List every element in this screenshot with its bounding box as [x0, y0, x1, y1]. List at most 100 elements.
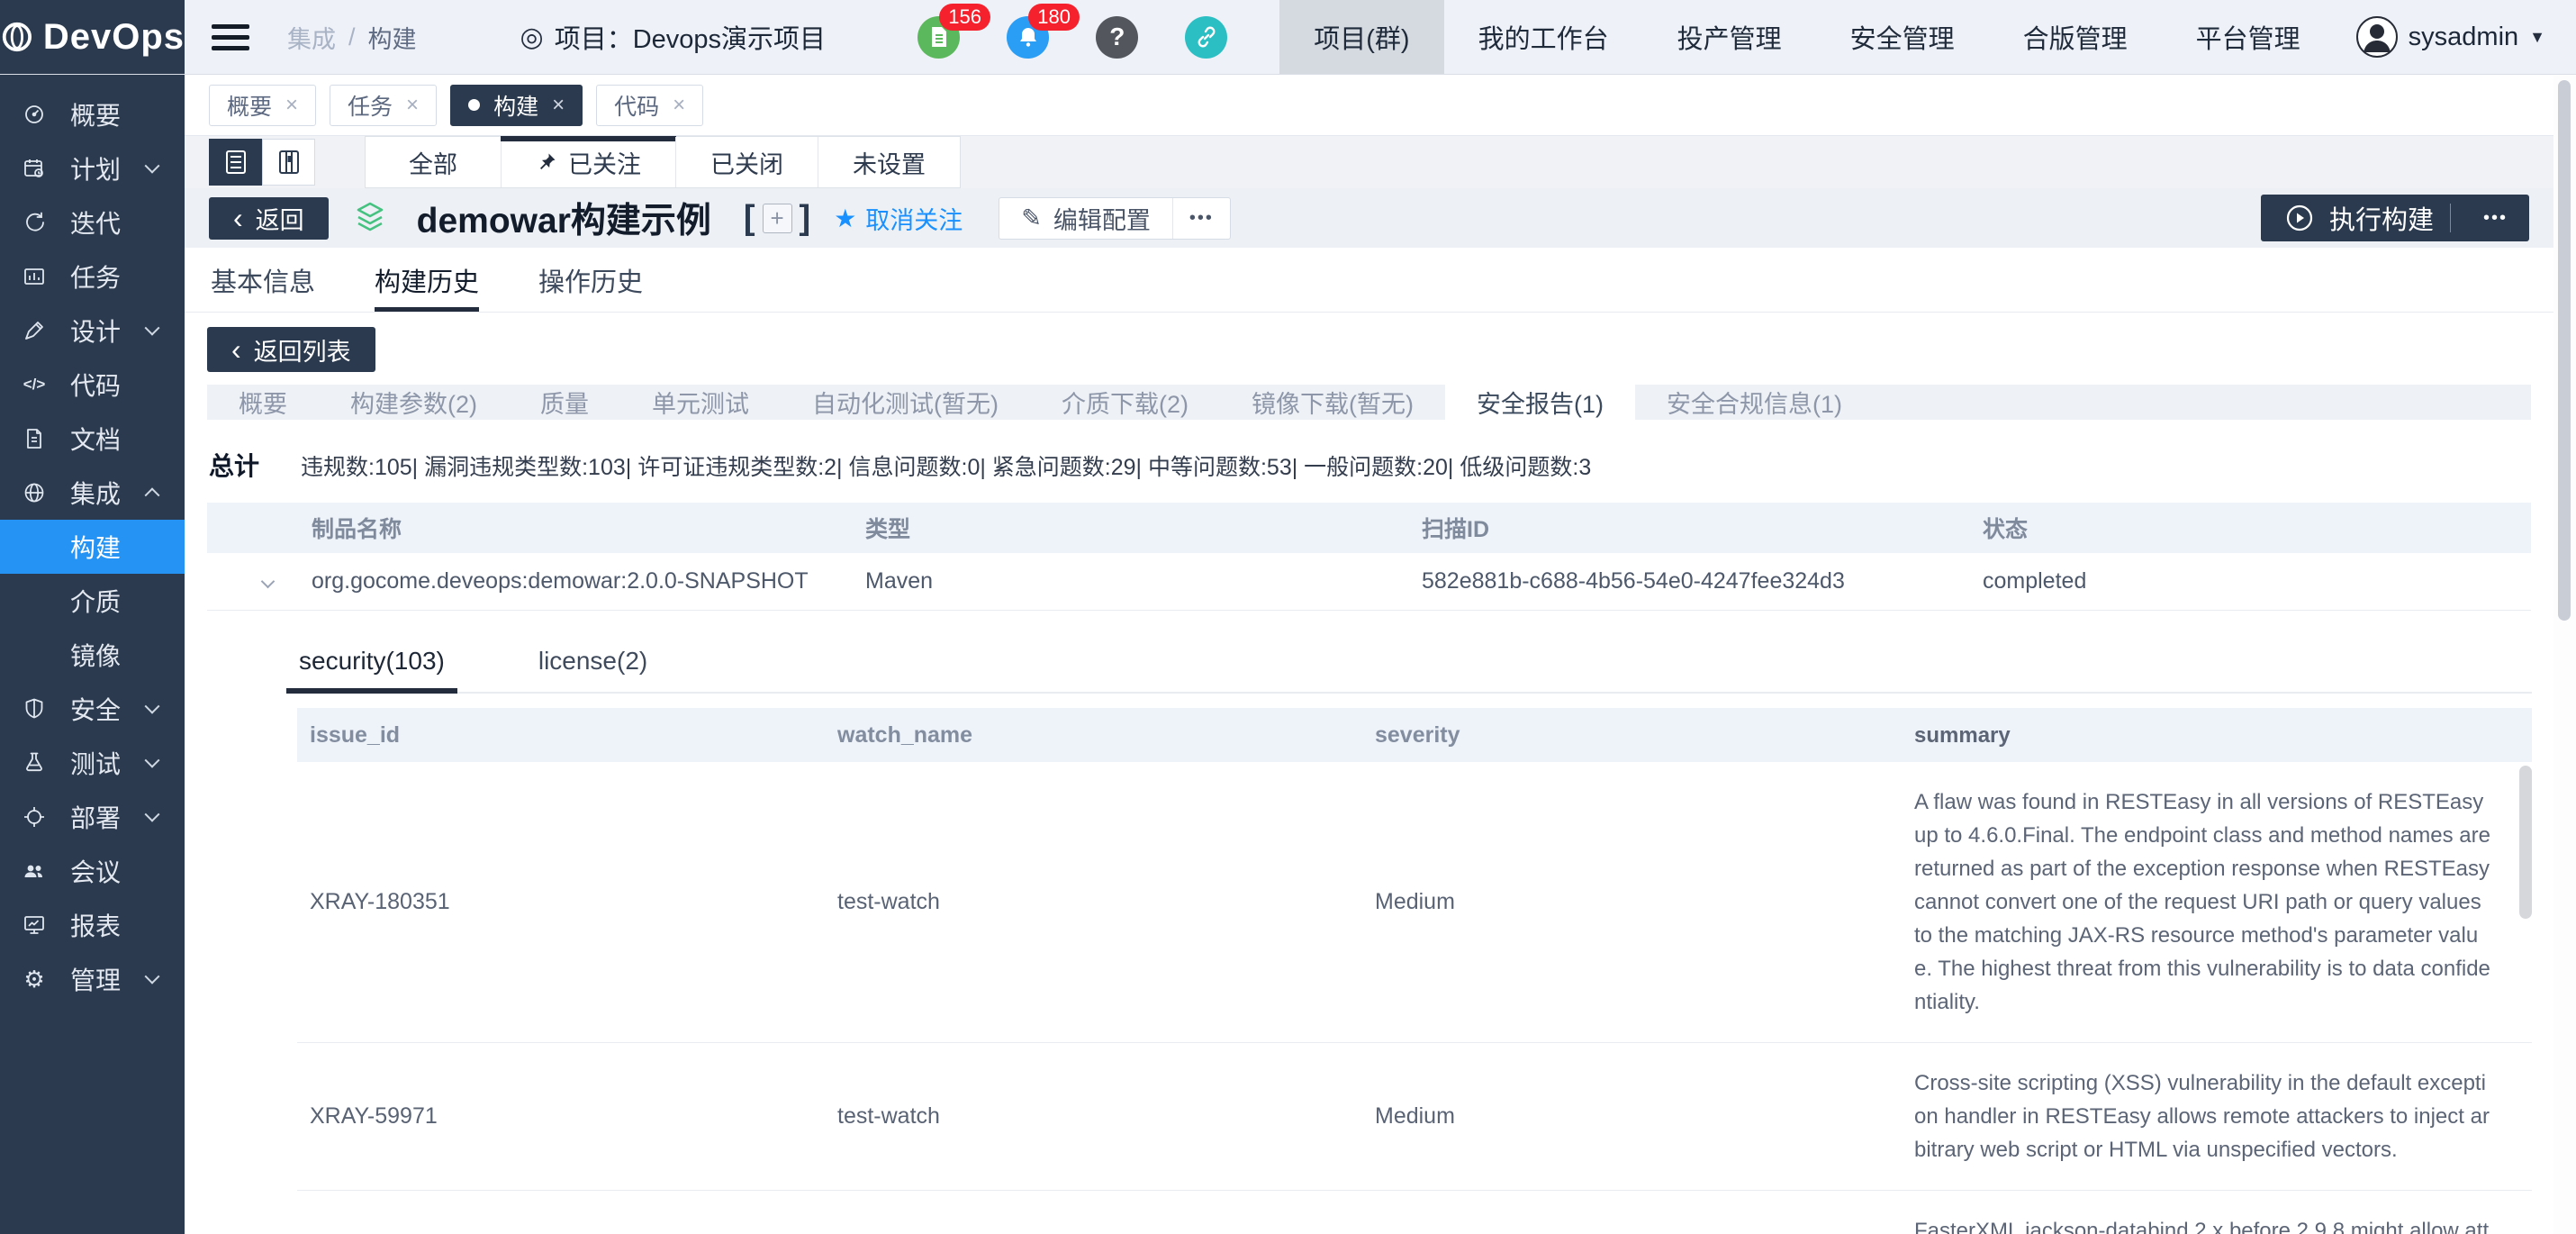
dashboard-icon: [20, 103, 49, 126]
tab-quality[interactable]: 质量: [509, 385, 620, 420]
sidebar-item-deploy[interactable]: 部署: [0, 790, 185, 844]
report-type-tabs: security(103) license(2): [297, 647, 2532, 694]
filter-tab-all[interactable]: 全部: [366, 137, 501, 187]
run-build-button[interactable]: 执行构建 •••: [2261, 195, 2529, 241]
tab-license-issues[interactable]: license(2): [537, 647, 649, 692]
artifact-name: org.gocome.deveops:demowar:2.0.0-SNAPSHO…: [312, 568, 865, 594]
sidebar-item-build[interactable]: 构建: [0, 520, 185, 574]
filter-tab-followed[interactable]: 已关注: [501, 137, 675, 187]
close-icon[interactable]: ×: [552, 93, 565, 118]
tab-security-issues[interactable]: security(103): [297, 647, 447, 692]
sidebar-item-integration[interactable]: 集成: [0, 466, 185, 520]
workspace-tab-bar: 概要 × 任务 × 构建 × 代码 ×: [185, 75, 2553, 136]
nav-workbench[interactable]: 我的工作台: [1444, 0, 1643, 74]
iteration-icon: [20, 211, 49, 234]
sidebar-item-image[interactable]: 镜像: [0, 628, 185, 682]
user-menu[interactable]: sysadmin ▼: [2335, 16, 2576, 58]
help-icon[interactable]: ?: [1096, 16, 1138, 59]
close-icon[interactable]: ×: [673, 93, 685, 118]
sidebar-item-iteration[interactable]: 迭代: [0, 195, 185, 250]
chevron-down-icon: [145, 807, 160, 822]
subtab-operation-history[interactable]: 操作历史: [538, 248, 643, 312]
project-selector[interactable]: ◎ 项目：Devops演示项目: [520, 18, 827, 56]
list-view-button[interactable]: [209, 139, 262, 186]
workspace-tab-task[interactable]: 任务 ×: [330, 85, 437, 126]
link-icon[interactable]: [1185, 16, 1227, 59]
edit-config-button[interactable]: ✎ 编辑配置: [999, 201, 1172, 236]
severity: Medium: [1375, 1103, 1912, 1130]
nav-release-mgmt[interactable]: 投产管理: [1643, 0, 1816, 74]
sidebar-item-overview[interactable]: 概要: [0, 87, 185, 141]
run-more-button[interactable]: •••: [2467, 208, 2524, 229]
build-detail-tabs: 概要 构建参数(2) 质量 单元测试 自动化测试(暂无) 介质下载(2) 镜像下…: [207, 385, 2531, 420]
board-view-icon: [277, 150, 301, 175]
scan-id: 582e881b-c688-4b56-54e0-4247fee324d3: [1422, 568, 1983, 594]
more-actions-button[interactable]: •••: [1172, 198, 1230, 239]
sidebar-item-admin[interactable]: ⚙ 管理: [0, 952, 185, 1006]
sidebar-item-document[interactable]: 文档: [0, 412, 185, 466]
sidebar-item-design[interactable]: 设计: [0, 304, 185, 358]
tab-build-params[interactable]: 构建参数(2): [319, 385, 509, 420]
nav-platform-mgmt[interactable]: 平台管理: [2162, 0, 2335, 74]
issue-id: XRAY-180351: [297, 889, 837, 915]
add-button[interactable]: +: [763, 204, 792, 233]
filter-tab-unset[interactable]: 未设置: [818, 137, 960, 187]
subtab-basic-info[interactable]: 基本信息: [211, 248, 315, 312]
notifications-icon-button[interactable]: 180: [1007, 16, 1049, 59]
unfollow-link[interactable]: ★ 取消关注: [834, 201, 963, 236]
tab-automation-test[interactable]: 自动化测试(暂无): [781, 385, 1030, 420]
tab-image-download[interactable]: 镜像下载(暂无): [1220, 385, 1445, 420]
back-button[interactable]: ‹ 返回: [209, 197, 329, 240]
flask-icon: [20, 751, 49, 775]
integration-globe-icon: [20, 481, 49, 504]
subtab-build-history[interactable]: 构建历史: [375, 248, 479, 312]
sidebar-item-report[interactable]: 报表: [0, 898, 185, 952]
tab-security-compliance[interactable]: 安全合规信息(1): [1635, 385, 1874, 420]
breadcrumb-parent[interactable]: 集成: [287, 20, 336, 55]
sidebar-item-security[interactable]: 安全: [0, 682, 185, 736]
nav-security-mgmt[interactable]: 安全管理: [1816, 0, 1989, 74]
plan-icon: [20, 157, 49, 180]
table-scrollbar-thumb[interactable]: [2519, 766, 2532, 919]
tab-security-report[interactable]: 安全报告(1): [1445, 385, 1635, 420]
docs-icon-button[interactable]: 156: [917, 16, 960, 59]
breadcrumb-current[interactable]: 构建: [368, 20, 417, 55]
back-to-list-button[interactable]: ‹ 返回列表: [207, 327, 375, 372]
sidebar-item-artifact[interactable]: 介质: [0, 574, 185, 628]
build-page-header: ‹ 返回 demowar构建示例 [ + ] ★ 取消关注: [185, 188, 2553, 248]
sidebar-item-test[interactable]: 测试: [0, 736, 185, 790]
question-mark: ?: [1109, 23, 1125, 51]
hamburger-menu-icon[interactable]: [212, 18, 249, 57]
layers-icon: [352, 200, 388, 236]
notifications-count-badge: 180: [1028, 4, 1080, 31]
sidebar-item-task[interactable]: 任务: [0, 250, 185, 304]
sidebar-item-code[interactable]: </> 代码: [0, 358, 185, 412]
chevron-down-icon: ▼: [2529, 28, 2545, 47]
nav-projects[interactable]: 项目(群): [1279, 0, 1443, 74]
sidebar-item-plan[interactable]: 计划: [0, 141, 185, 195]
watch-name: test-watch: [837, 1103, 1375, 1130]
close-icon[interactable]: ×: [285, 93, 298, 118]
issue-table-header: issue_id watch_name severity summary: [297, 708, 2532, 762]
tab-overview[interactable]: 概要: [207, 385, 319, 420]
sidebar: 概要 计划 迭代 任务 设计 </> 代码: [0, 75, 185, 1234]
nav-version-mgmt[interactable]: 合版管理: [1989, 0, 2162, 74]
summary: A flaw was found in RESTEasy in all vers…: [1912, 762, 2532, 1042]
chevron-down-icon: [145, 753, 160, 768]
board-view-button[interactable]: [262, 139, 315, 186]
workspace-tab-overview[interactable]: 概要 ×: [209, 85, 316, 126]
tab-unit-test[interactable]: 单元测试: [620, 385, 781, 420]
expand-row-icon[interactable]: [261, 575, 276, 589]
project-eye-icon: ◎: [520, 22, 544, 53]
page-scrollbar-thumb[interactable]: [2558, 80, 2571, 621]
workspace-tab-code[interactable]: 代码 ×: [596, 85, 703, 126]
pencil-icon: ✎: [1021, 204, 1042, 232]
close-icon[interactable]: ×: [406, 93, 419, 118]
chevron-down-icon: [145, 159, 160, 174]
edit-config-button-group: ✎ 编辑配置 •••: [999, 197, 1231, 240]
page-scrollbar[interactable]: [2553, 75, 2576, 1234]
tab-artifact-download[interactable]: 介质下载(2): [1030, 385, 1220, 420]
workspace-tab-build[interactable]: 构建 ×: [450, 85, 583, 126]
filter-tab-closed[interactable]: 已关闭: [675, 137, 818, 187]
sidebar-item-meeting[interactable]: 会议: [0, 844, 185, 898]
